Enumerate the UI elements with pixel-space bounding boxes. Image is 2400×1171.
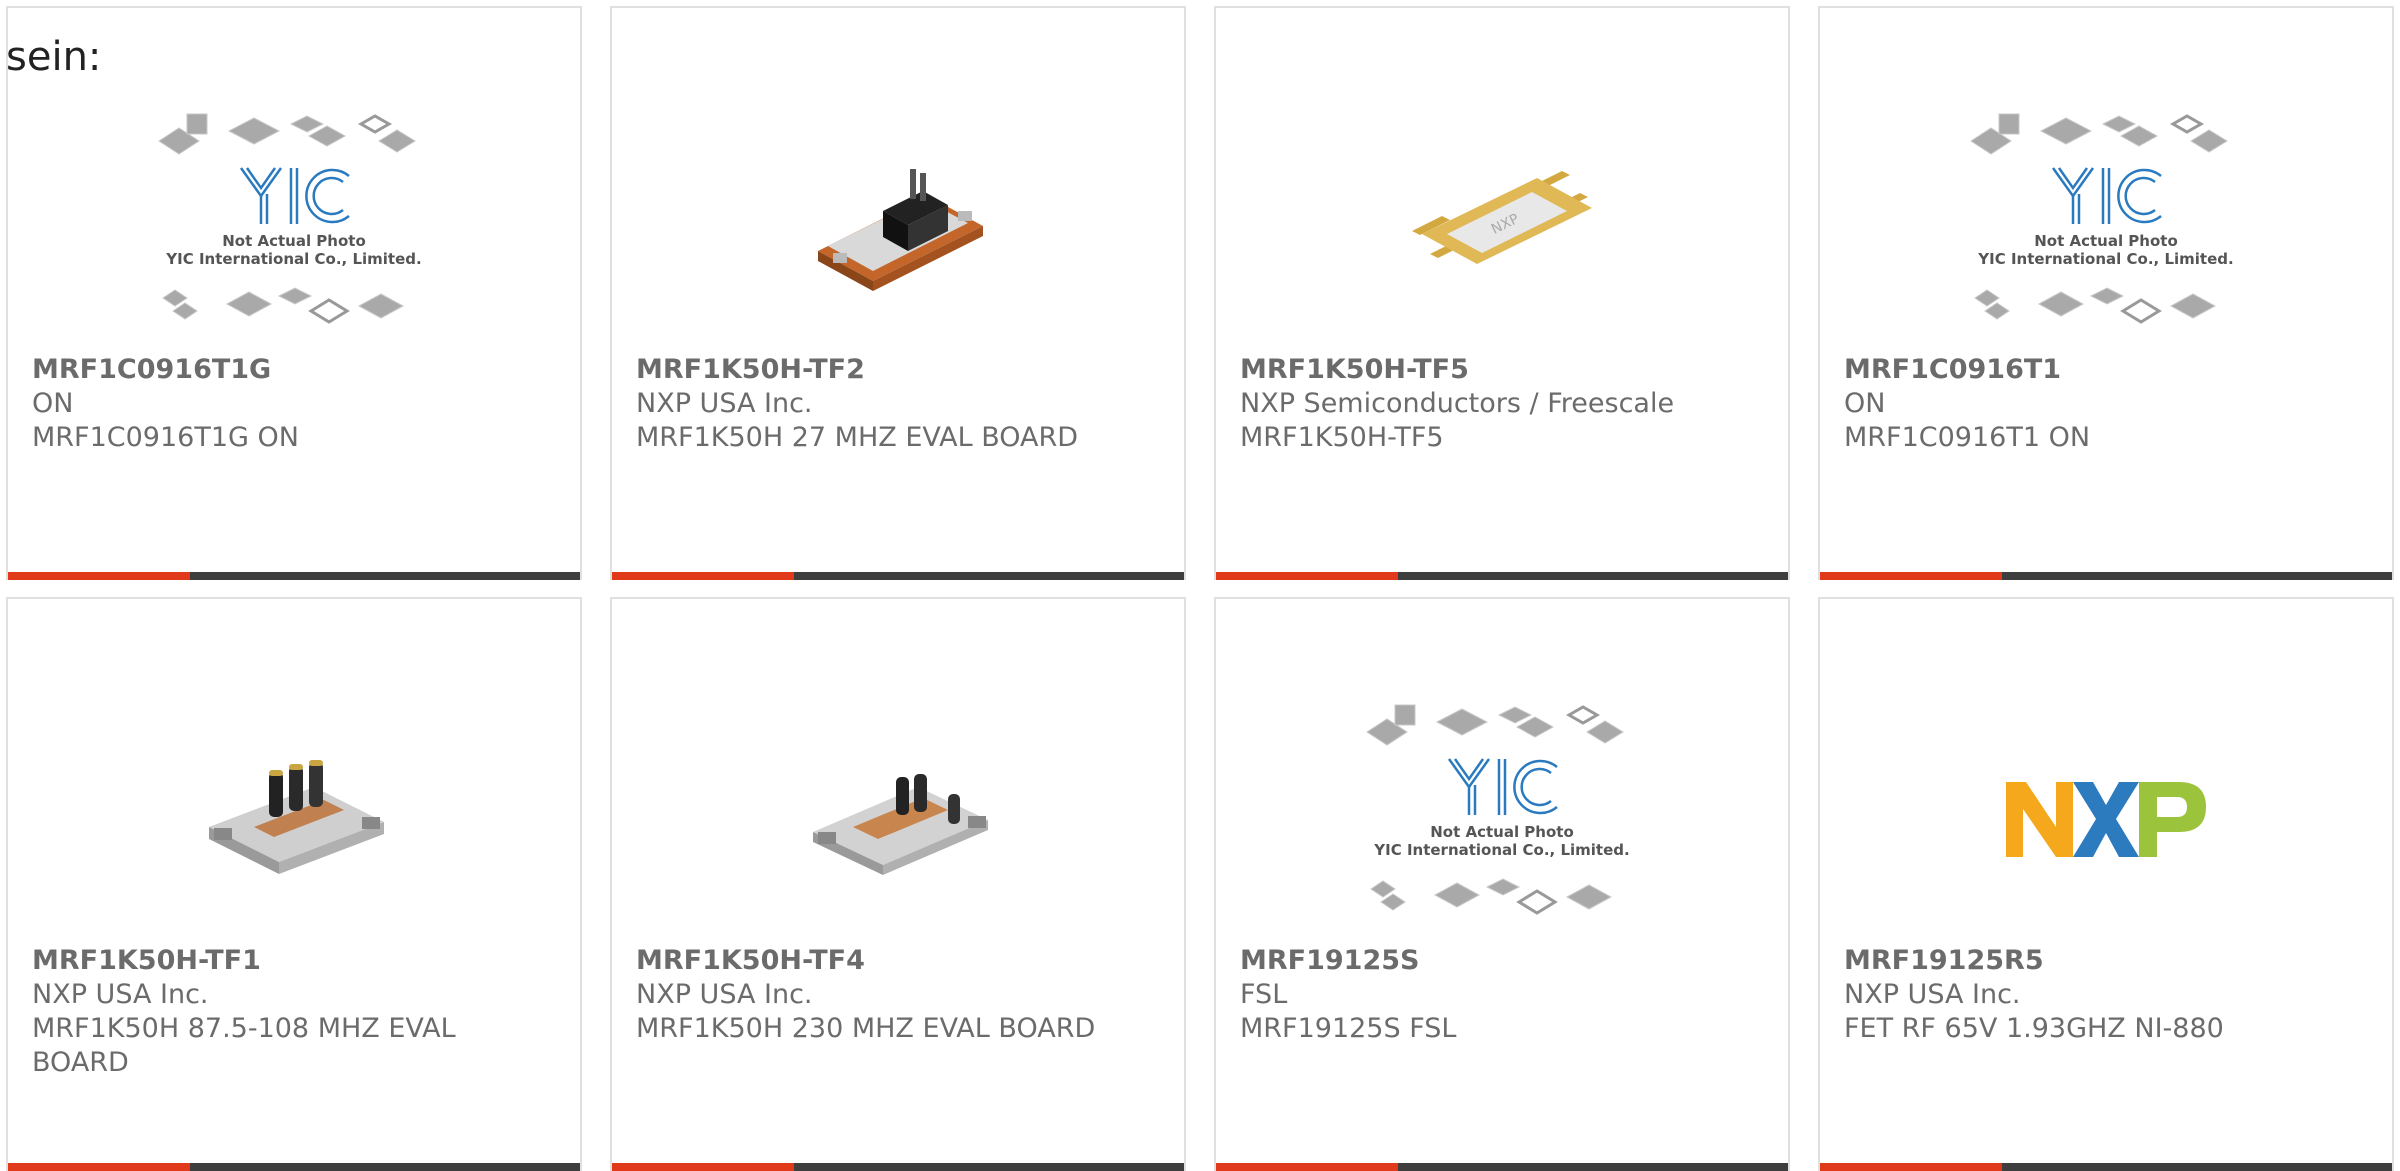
product-card[interactable]: Not Actual Photo YIC International Co., …: [1818, 6, 2394, 580]
manufacturer: NXP USA Inc.: [636, 979, 813, 1010]
description: MRF1C0916T1 ON: [1844, 422, 2091, 453]
manufacturer: ON: [32, 388, 74, 419]
accent-bar: [8, 1163, 190, 1171]
product-image-placeholder[interactable]: Not Actual Photo YIC International Co., …: [8, 93, 580, 358]
manufacturer: NXP USA Inc.: [636, 388, 813, 419]
product-card[interactable]: MRF1K50H-TF1 NXP USA Inc. MRF1K50H 87.5-…: [6, 597, 582, 1171]
product-info: MRF1K50H-TF5 NXP Semiconductors / Freesc…: [1240, 353, 1760, 455]
description: MRF1K50H 27 MHZ EVAL BOARD: [636, 422, 1079, 453]
nxp-logo-image[interactable]: N: [1820, 684, 2392, 949]
accent-bar: [1820, 572, 2002, 580]
part-number-link[interactable]: MRF1C0916T1: [1844, 353, 2364, 387]
product-card[interactable]: Not Actual Photo YIC International Co., …: [1214, 597, 1790, 1171]
accent-bar: [612, 1163, 794, 1171]
product-card[interactable]: MRF1K50H-TF2 NXP USA Inc. MRF1K50H 27 MH…: [610, 6, 1186, 580]
footer-bar: [1398, 572, 1788, 580]
footer-bar: [794, 572, 1184, 580]
part-number-link[interactable]: MRF1K50H-TF4: [636, 944, 1156, 978]
svg-text:YIC International Co., Limited: YIC International Co., Limited.: [165, 250, 421, 268]
accent-bar: [1216, 572, 1398, 580]
product-info: MRF1K50H-TF4 NXP USA Inc. MRF1K50H 230 M…: [636, 944, 1156, 1046]
description: MRF1K50H 87.5-108 MHZ EVAL BOARD: [32, 1013, 456, 1078]
accent-bar: [612, 572, 794, 580]
product-info: MRF19125R5 NXP USA Inc. FET RF 65V 1.93G…: [1844, 944, 2364, 1046]
product-info: MRF19125S FSL MRF19125S FSL: [1240, 944, 1760, 1046]
eval-board-image[interactable]: [612, 684, 1184, 949]
description: MRF1C0916T1G ON: [32, 422, 299, 453]
part-number-link[interactable]: MRF19125R5: [1844, 944, 2364, 978]
product-info: MRF1K50H-TF2 NXP USA Inc. MRF1K50H 27 MH…: [636, 353, 1156, 455]
part-number-link[interactable]: MRF1K50H-TF5: [1240, 353, 1760, 387]
product-info: MRF1C0916T1 ON MRF1C0916T1 ON: [1844, 353, 2364, 455]
product-grid: Not Actual Photo YIC International Co., …: [0, 0, 2400, 1171]
description: MRF1K50H 230 MHZ EVAL BOARD: [636, 1013, 1096, 1044]
svg-text:YIC International Co., Limited: YIC International Co., Limited.: [1373, 841, 1629, 859]
footer-bar: [1398, 1163, 1788, 1171]
svg-text:Not Actual Photo: Not Actual Photo: [2034, 232, 2178, 250]
manufacturer: ON: [1844, 388, 1886, 419]
part-number-link[interactable]: MRF19125S: [1240, 944, 1760, 978]
part-number-link[interactable]: MRF1K50H-TF1: [32, 944, 552, 978]
product-card[interactable]: NXP MRF1K50H-TF5 NXP Semiconductors / Fr…: [1214, 6, 1790, 580]
footer-bar: [794, 1163, 1184, 1171]
svg-text:YIC International Co., Limited: YIC International Co., Limited.: [1977, 250, 2233, 268]
intro-text: sein:: [6, 34, 102, 80]
description: MRF19125S FSL: [1240, 1013, 1457, 1044]
product-card[interactable]: N MRF19125R5 NXP USA Inc. FET RF 65V 1.9…: [1818, 597, 2394, 1171]
accent-bar: [1216, 1163, 1398, 1171]
manufacturer: NXP USA Inc.: [1844, 979, 2021, 1010]
product-info: MRF1C0916T1G ON MRF1C0916T1G ON: [32, 353, 552, 455]
svg-text:Not Actual Photo: Not Actual Photo: [222, 232, 366, 250]
manufacturer: NXP Semiconductors / Freescale: [1240, 388, 1675, 419]
product-image-placeholder[interactable]: Not Actual Photo YIC International Co., …: [1216, 684, 1788, 949]
accent-bar: [1820, 1163, 2002, 1171]
footer-bar: [2002, 572, 2392, 580]
eval-board-image[interactable]: [612, 93, 1184, 358]
part-number-link[interactable]: MRF1K50H-TF2: [636, 353, 1156, 387]
part-number-link[interactable]: MRF1C0916T1G: [32, 353, 552, 387]
description: MRF1K50H-TF5: [1240, 422, 1444, 453]
svg-text:Not Actual Photo: Not Actual Photo: [1430, 823, 1574, 841]
footer-bar: [2002, 1163, 2392, 1171]
rf-transistor-image[interactable]: NXP: [1216, 93, 1788, 358]
footer-bar: [190, 572, 580, 580]
manufacturer: FSL: [1240, 979, 1288, 1010]
product-card[interactable]: Not Actual Photo YIC International Co., …: [6, 6, 582, 580]
accent-bar: [8, 572, 190, 580]
footer-bar: [190, 1163, 580, 1171]
product-info: MRF1K50H-TF1 NXP USA Inc. MRF1K50H 87.5-…: [32, 944, 552, 1080]
description: FET RF 65V 1.93GHZ NI-880: [1844, 1013, 2224, 1044]
manufacturer: NXP USA Inc.: [32, 979, 209, 1010]
product-card[interactable]: MRF1K50H-TF4 NXP USA Inc. MRF1K50H 230 M…: [610, 597, 1186, 1171]
eval-board-image[interactable]: [8, 684, 580, 949]
product-image-placeholder[interactable]: Not Actual Photo YIC International Co., …: [1820, 93, 2392, 358]
